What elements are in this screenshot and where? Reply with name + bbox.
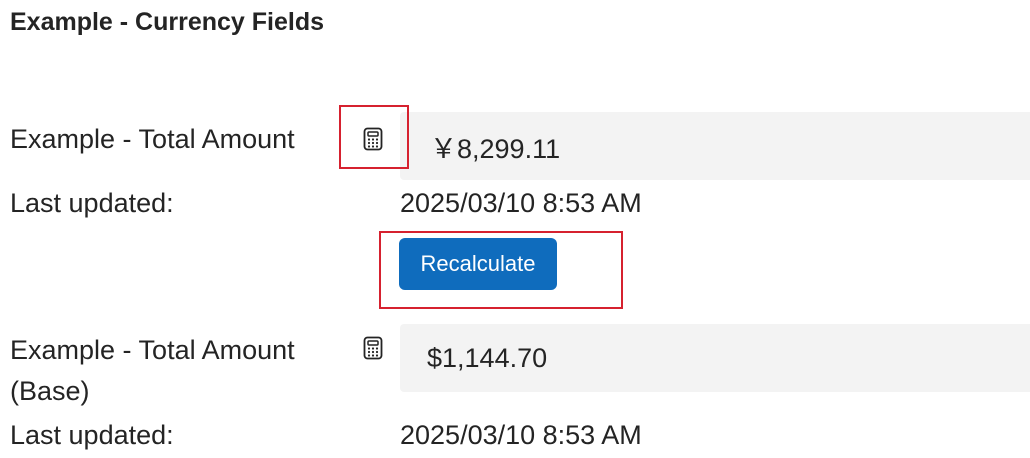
last-updated-label: Last updated:: [10, 188, 174, 218]
recalculate-button[interactable]: Recalculate: [399, 238, 557, 290]
total-amount-value-field[interactable]: ￥8,299.11: [400, 112, 1030, 180]
calculator-icon[interactable]: [362, 127, 384, 151]
field-label-line: Example - Total Amount: [10, 335, 295, 365]
field-label-line: (Base): [10, 376, 90, 406]
section-title: Example - Currency Fields: [10, 8, 325, 36]
calculator-icon[interactable]: [362, 336, 384, 360]
field-label-total-amount: Example - Total Amount: [10, 124, 295, 154]
field-label-total-amount-base: Example - Total Amount (Base): [10, 330, 340, 412]
total-amount-base-value-field[interactable]: $1,144.70: [400, 324, 1030, 392]
last-updated-value: 2025/03/10 8:53 AM: [400, 420, 642, 450]
total-amount-base-value: $1,144.70: [427, 342, 548, 373]
total-amount-value: ￥8,299.11: [430, 133, 561, 164]
last-updated-label: Last updated:: [10, 420, 174, 450]
last-updated-value: 2025/03/10 8:53 AM: [400, 188, 642, 218]
